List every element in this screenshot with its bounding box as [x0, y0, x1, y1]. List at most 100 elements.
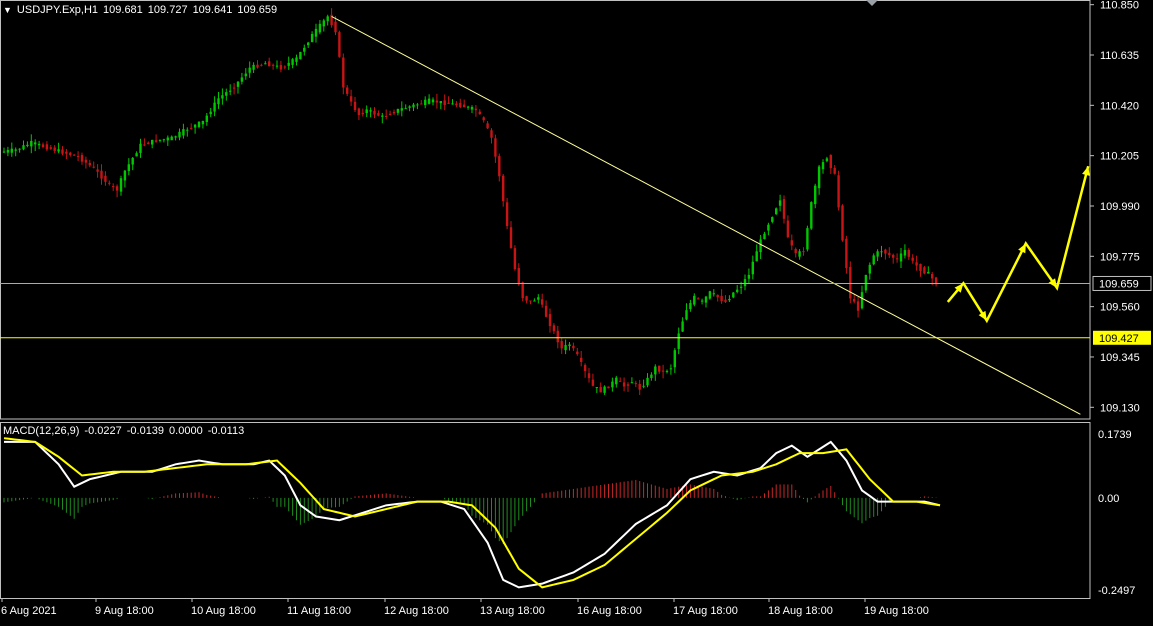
- macd-panel-header: MACD(12,26,9) -0.0227 -0.0139 0.0000 -0.0113: [3, 425, 249, 437]
- bull-candle: [57, 149, 60, 152]
- price-axis-label: 109.775: [1100, 251, 1140, 263]
- bull-candle: [174, 136, 177, 138]
- chart-canvas[interactable]: 110.850 110.635 110.420 110.205 109.990 109.7…: [0, 0, 1153, 621]
- bear-candle: [76, 156, 80, 158]
- bear-candle: [392, 111, 396, 114]
- bear-candle: [385, 115, 388, 117]
- high-value: 109.727: [147, 4, 188, 16]
- bull-candle: [18, 148, 21, 150]
- bull-candle: [252, 64, 255, 70]
- bull-candle: [30, 140, 33, 147]
- bull-candle: [899, 253, 903, 262]
- bear-candle: [513, 248, 517, 270]
- bear-candle: [388, 113, 392, 116]
- bull-candle: [763, 233, 766, 240]
- bull-candle: [119, 178, 123, 192]
- bull-candle: [806, 228, 809, 250]
- bear-candle: [923, 267, 926, 274]
- bear-candle: [260, 64, 263, 66]
- bull-candle: [736, 289, 739, 293]
- bull-candle: [470, 107, 474, 110]
- time-axis-label: 12 Aug 18:00: [384, 605, 449, 617]
- bear-candle: [697, 298, 700, 300]
- price-axis-label: 110.850: [1100, 0, 1139, 12]
- open-value: 109.681: [103, 4, 143, 16]
- bull-candle: [739, 286, 743, 288]
- bear-candle: [147, 142, 150, 145]
- chart-menu-icon[interactable]: ▼: [3, 5, 12, 15]
- bull-candle: [568, 344, 571, 347]
- forecast-zigzag[interactable]: [946, 165, 1090, 324]
- bear-candle: [576, 351, 579, 355]
- time-axis-label: 6 Aug 2021: [1, 605, 57, 617]
- bear-candle: [833, 167, 836, 174]
- price-panel-header: ▼ USDJPY.Exp,H1 109.681 109.727 109.641 109.6…: [3, 4, 282, 16]
- bull-candle: [170, 136, 173, 141]
- bear-candle: [541, 299, 544, 305]
- bull-candle: [767, 224, 770, 231]
- bear-candle: [482, 117, 485, 121]
- bear-candle: [845, 238, 848, 269]
- bull-candle: [412, 104, 415, 108]
- bull-candle: [630, 382, 634, 384]
- bull-candle: [872, 255, 875, 265]
- bear-candle: [447, 102, 450, 104]
- bear-candle: [509, 227, 513, 248]
- bear-candle: [634, 383, 637, 385]
- bull-candle: [26, 144, 29, 147]
- bear-candle: [548, 314, 552, 327]
- time-axis-label: 11 Aug 18:00: [287, 605, 351, 617]
- bear-candle: [420, 103, 423, 105]
- bull-candle: [310, 33, 314, 43]
- bull-candle: [22, 145, 25, 150]
- bull-candle: [2, 151, 6, 153]
- price-axis-label: 109.990: [1100, 201, 1140, 213]
- price-axis-label: 109.130: [1100, 402, 1140, 414]
- macd-axis-label: 0.00: [1098, 493, 1119, 505]
- chart-shift-icon[interactable]: [866, 0, 878, 6]
- bull-candle: [860, 292, 864, 309]
- bear-candle: [599, 387, 602, 393]
- bear-candle: [232, 87, 236, 89]
- bull-candle: [817, 166, 821, 189]
- bear-candle: [53, 147, 56, 151]
- time-axis-label: 19 Aug 18:00: [864, 605, 929, 617]
- bear-candle: [65, 151, 68, 154]
- bear-candle: [587, 373, 591, 379]
- bear-candle: [256, 64, 259, 68]
- bull-candle: [217, 98, 220, 105]
- bear-candle: [560, 340, 563, 349]
- bear-candle: [373, 110, 376, 115]
- bull-candle: [400, 108, 403, 111]
- bull-candle: [603, 386, 606, 393]
- trend-line[interactable]: [331, 15, 1081, 415]
- bull-candle: [778, 200, 782, 206]
- bull-candle: [236, 81, 240, 87]
- bear-candle: [112, 186, 115, 188]
- bear-candle: [73, 154, 76, 156]
- bull-candle: [708, 291, 712, 299]
- bear-candle: [96, 169, 99, 172]
- bull-candle: [295, 57, 298, 62]
- time-axis-label: 10 Aug 18:00: [191, 605, 256, 617]
- bull-candle: [771, 217, 774, 222]
- bull-candle: [798, 251, 801, 257]
- bull-candle: [712, 293, 715, 295]
- bear-candle: [334, 21, 337, 33]
- bear-candle: [583, 365, 587, 372]
- bear-candle: [84, 159, 88, 163]
- bear-candle: [283, 66, 286, 68]
- bull-candle: [810, 202, 813, 229]
- bear-candle: [361, 112, 364, 115]
- bear-candle: [474, 108, 478, 111]
- bear-candle: [907, 249, 910, 257]
- bear-candle: [45, 144, 49, 150]
- bear-candle: [357, 108, 361, 116]
- bear-candle: [720, 295, 723, 302]
- bull-candle: [37, 143, 41, 146]
- bull-candle: [299, 51, 302, 60]
- bull-candle: [193, 124, 197, 128]
- price-axis-label: 110.635: [1100, 50, 1139, 62]
- macd-axis-label: 0.1739: [1098, 429, 1132, 441]
- chart-window[interactable]: 110.850 110.635 110.420 110.205 109.990 109.7…: [0, 0, 1153, 621]
